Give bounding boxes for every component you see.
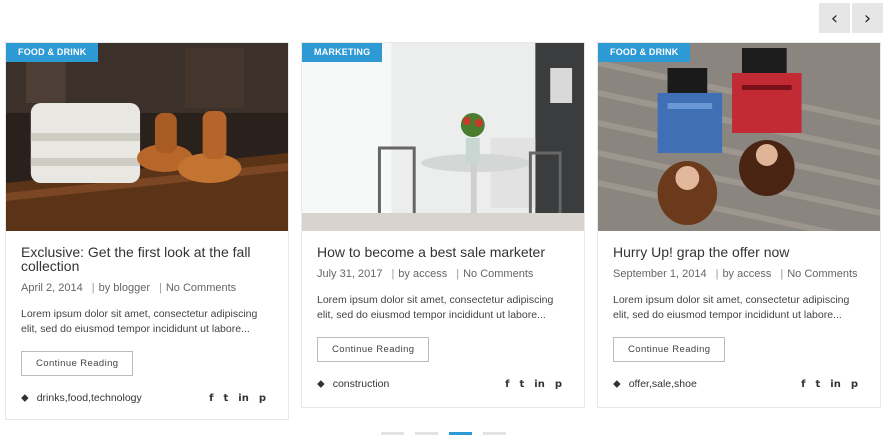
continue-reading-button[interactable]: Continue Reading: [21, 351, 134, 376]
facebook-icon[interactable]: f: [209, 393, 213, 404]
social-share: f t in p: [209, 393, 273, 404]
social-share: f t in p: [801, 379, 865, 390]
post-meta: September 1, 2014 | by access | No Comments: [613, 268, 858, 280]
post-date[interactable]: September 1, 2014: [613, 268, 707, 280]
post-tags[interactable]: drinks,food,technology: [37, 392, 142, 404]
carousel-next-button[interactable]: ›: [852, 3, 883, 33]
tags-icon: ⬥: [613, 377, 621, 390]
post-meta: July 31, 2017 | by access | No Comments: [317, 268, 534, 280]
post-date[interactable]: April 2, 2014: [21, 282, 83, 294]
post-thumbnail[interactable]: MARKETING: [302, 43, 584, 231]
chevron-right-icon: ›: [863, 7, 872, 29]
continue-reading-button[interactable]: Continue Reading: [613, 337, 726, 362]
twitter-icon[interactable]: t: [520, 379, 525, 390]
linkedin-icon[interactable]: in: [238, 393, 249, 404]
post-excerpt: Lorem ipsum dolor sit amet, consectetur …: [317, 294, 554, 321]
people-on-deck-image: [598, 43, 880, 231]
post-thumbnail[interactable]: FOOD & DRINK: [598, 43, 880, 231]
pinterest-icon[interactable]: p: [259, 393, 266, 404]
post-comments[interactable]: No Comments: [787, 268, 857, 280]
post-card: MARKETING How to become a best sale mark…: [301, 42, 585, 408]
facebook-icon[interactable]: f: [801, 379, 805, 390]
post-tags[interactable]: offer,sale,shoe: [629, 378, 697, 390]
category-badge[interactable]: MARKETING: [302, 43, 383, 62]
category-badge[interactable]: FOOD & DRINK: [6, 43, 99, 62]
carousel-dot[interactable]: [381, 432, 404, 435]
post-comments[interactable]: No Comments: [166, 282, 236, 294]
post-comments[interactable]: No Comments: [463, 268, 533, 280]
post-title[interactable]: Exclusive: Get the first look at the fal…: [21, 245, 273, 273]
post-date[interactable]: July 31, 2017: [317, 268, 382, 280]
kitchen-table-image: [302, 43, 584, 231]
social-share: f t in p: [505, 379, 569, 390]
carousel-dot[interactable]: [415, 432, 438, 435]
post-tags[interactable]: construction: [333, 378, 390, 390]
post-meta: April 2, 2014 | by blogger | No Comments: [21, 282, 237, 294]
post-excerpt: Lorem ipsum dolor sit amet, consectetur …: [21, 308, 258, 335]
post-title[interactable]: How to become a best sale marketer: [317, 245, 569, 259]
tags-icon: ⬥: [317, 377, 325, 390]
carousel-dot[interactable]: [483, 432, 506, 435]
post-card: FOOD & DRINK Exclusive: Get the first lo…: [5, 42, 289, 420]
pinterest-icon[interactable]: p: [555, 379, 562, 390]
pinterest-icon[interactable]: p: [851, 379, 858, 390]
post-card: FOOD & DRINK Hurry Up! grap the offer no…: [597, 42, 881, 408]
post-author[interactable]: by access: [398, 268, 447, 280]
carousel-prev-button[interactable]: ‹: [819, 3, 850, 33]
twitter-icon[interactable]: t: [224, 393, 229, 404]
post-author[interactable]: by access: [722, 268, 771, 280]
chevron-left-icon: ‹: [830, 7, 839, 29]
linkedin-icon[interactable]: in: [830, 379, 841, 390]
post-thumbnail[interactable]: FOOD & DRINK: [6, 43, 288, 231]
carousel-pagination: [381, 432, 506, 435]
clothes-shoes-image: [6, 43, 288, 231]
facebook-icon[interactable]: f: [505, 379, 509, 390]
tags-icon: ⬥: [21, 391, 29, 404]
category-badge[interactable]: FOOD & DRINK: [598, 43, 691, 62]
linkedin-icon[interactable]: in: [534, 379, 545, 390]
twitter-icon[interactable]: t: [816, 379, 821, 390]
carousel-dot-active[interactable]: [449, 432, 472, 435]
post-title[interactable]: Hurry Up! grap the offer now: [613, 245, 865, 259]
post-author[interactable]: by blogger: [99, 282, 150, 294]
post-excerpt: Lorem ipsum dolor sit amet, consectetur …: [613, 294, 850, 321]
continue-reading-button[interactable]: Continue Reading: [317, 337, 430, 362]
